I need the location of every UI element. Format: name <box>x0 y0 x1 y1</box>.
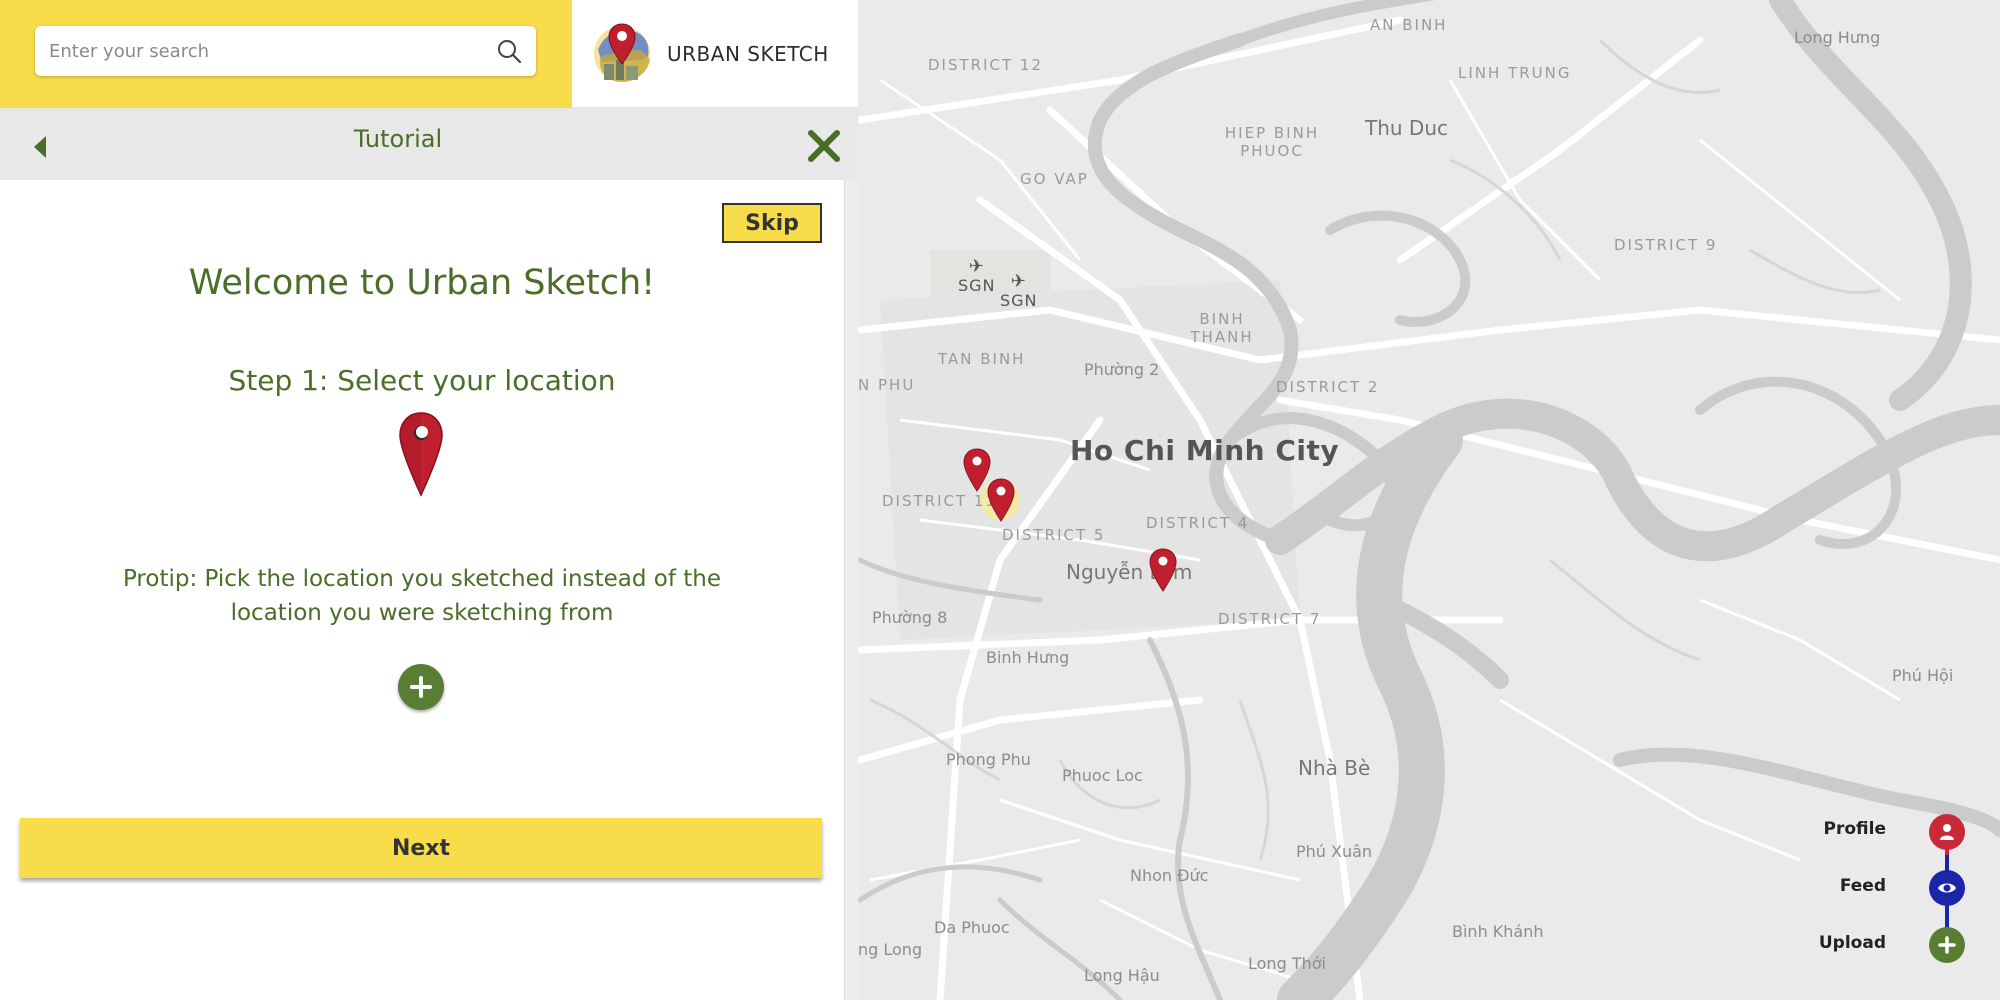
person-icon <box>1940 824 1954 840</box>
map-label: HIEP BINH PHUOC <box>1224 124 1320 160</box>
map-label: ng Long <box>858 940 923 959</box>
map-pin-icon[interactable] <box>986 478 1016 522</box>
close-icon[interactable] <box>806 128 842 164</box>
nav-label-profile[interactable]: Profile <box>1776 819 1886 839</box>
map-label: N PHU <box>858 376 916 394</box>
upload-button[interactable] <box>1929 927 1965 963</box>
step-heading: Step 1: Select your location <box>228 364 616 397</box>
search-input[interactable] <box>49 36 469 66</box>
welcome-heading: Welcome to Urban Sketch! <box>188 263 656 303</box>
map-pin-icon[interactable] <box>1148 548 1178 592</box>
tutorial-panel: Tutorial Skip Welcome to Urban Sketch! S… <box>0 108 858 1000</box>
map-label: Phú Hội <box>1892 666 1954 685</box>
panel-scrollbar[interactable] <box>844 180 858 1000</box>
map-label: AN BINH <box>1370 16 1448 34</box>
panel-header: Tutorial <box>0 108 858 180</box>
map-label: Da Phuoc <box>934 918 1010 937</box>
brand-name: URBAN SKETCH <box>667 42 829 66</box>
map-label: LINH TRUNG <box>1458 64 1572 82</box>
plus-icon <box>410 676 432 698</box>
next-button[interactable]: Next <box>20 818 822 878</box>
nav-label-upload[interactable]: Upload <box>1776 933 1886 953</box>
map-label: Phong Phu <box>946 750 1031 769</box>
map-label: Long Hưng <box>1794 28 1881 47</box>
map-label: Phường 8 <box>872 608 948 627</box>
map-label: Phuoc Loc <box>1062 766 1143 785</box>
map-label: BINH THANH <box>1190 310 1254 346</box>
map-label: Binh Hưng <box>986 648 1070 667</box>
brand-header: URBAN SKETCH <box>572 0 858 108</box>
map-label: Phú Xuân <box>1296 842 1373 861</box>
plus-icon <box>1938 936 1956 954</box>
airplane-icon: ✈ <box>1010 271 1027 292</box>
panel-title: Tutorial <box>353 125 443 153</box>
map-label: DISTRICT 12 <box>928 56 1043 74</box>
skip-button[interactable]: Skip <box>722 203 822 243</box>
urban-sketch-logo[interactable] <box>590 20 654 86</box>
map-label: DISTRICT 4 <box>1146 514 1250 532</box>
city-label: Ho Chi Minh City <box>1070 434 1340 467</box>
map-label: GO VAP <box>1020 170 1089 188</box>
feed-button[interactable] <box>1929 870 1965 906</box>
airport-label: ✈ SGN <box>1000 271 1038 311</box>
map-label: DISTRICT 5 <box>1002 526 1106 544</box>
search-box[interactable] <box>35 26 536 76</box>
profile-button[interactable] <box>1929 814 1965 850</box>
map-label: TAN BINH <box>938 350 1026 368</box>
airplane-icon: ✈ <box>968 256 985 277</box>
map-pin-icon <box>399 412 443 497</box>
map-label: Nhon Đức <box>1130 866 1209 885</box>
map-label: DISTRICT 11 <box>882 492 997 510</box>
protip-text: Protip: Pick the location you sketched i… <box>122 566 722 626</box>
search-bar <box>0 0 572 108</box>
map-label: DISTRICT 2 <box>1276 378 1380 396</box>
map-label: Long Hậu <box>1084 966 1160 985</box>
add-location-button[interactable] <box>398 664 444 710</box>
nav-label-feed[interactable]: Feed <box>1776 876 1886 896</box>
map-label: Bình Khánh <box>1452 922 1544 941</box>
map-label: Phường 2 <box>1084 360 1160 379</box>
map-label: Nhà Bè <box>1298 756 1371 780</box>
search-icon[interactable] <box>496 38 522 64</box>
map-label: Long Thới <box>1248 954 1326 973</box>
map-label: Thu Duc <box>1365 116 1448 140</box>
map-label: DISTRICT 9 <box>1614 236 1718 254</box>
airport-label: ✈ SGN <box>958 256 996 296</box>
eye-icon <box>1938 883 1956 893</box>
map-label: DISTRICT 7 <box>1218 610 1322 628</box>
